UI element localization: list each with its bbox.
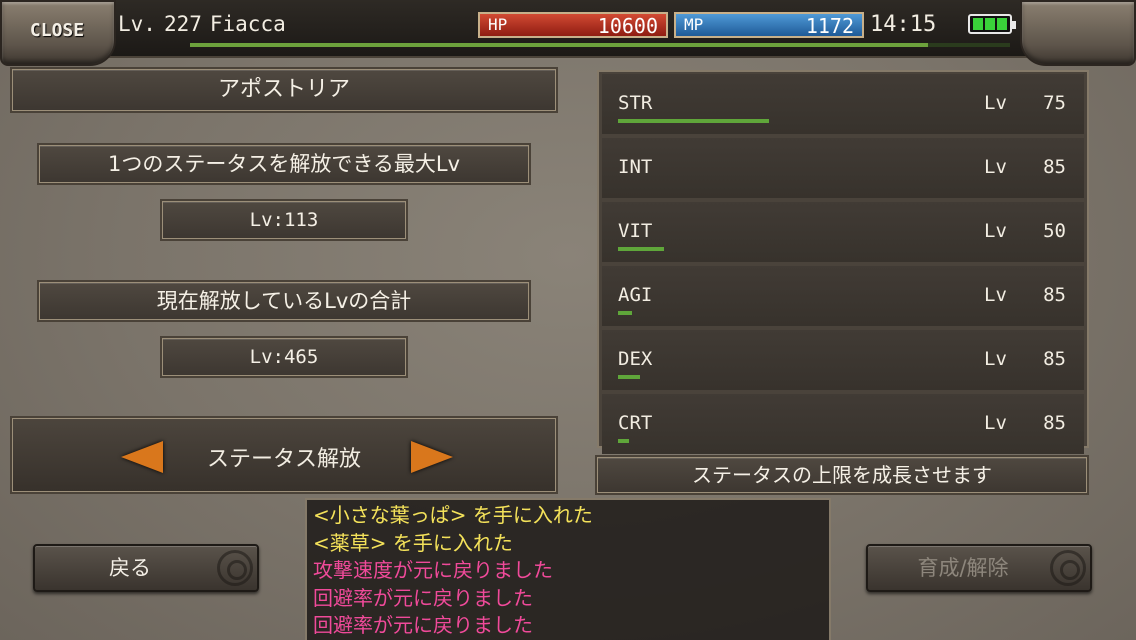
stat-progress-fill	[618, 119, 770, 123]
exp-bar-fill	[190, 43, 928, 47]
stat-row-agi[interactable]: AGI Lv 85	[602, 266, 1084, 326]
log-line: 攻撃速度が元に戻りました	[313, 558, 553, 582]
stat-level-value: 85	[1043, 412, 1066, 434]
stat-row-vit[interactable]: VIT Lv 50	[602, 202, 1084, 262]
back-button-label: 戻る	[109, 556, 151, 580]
stat-list: STR Lv 75 INT Lv 85 VIT Lv 50 AGI Lv 85 DEX Lv 85 CRT Lv…	[597, 70, 1089, 454]
mode-selector-label: ステータス解放	[206, 447, 361, 472]
log-line: <小さな葉っぱ> を手に入れた	[313, 503, 593, 527]
max-level-value: Lv:113	[162, 201, 406, 239]
swirl-ornament-icon	[1050, 550, 1086, 586]
player-name: Fiacca	[209, 12, 286, 36]
close-button[interactable]: CLOSE	[10, 20, 104, 41]
stat-lv-label: Lv	[984, 156, 1007, 178]
character-title: アポストリア	[12, 69, 556, 111]
stat-progress-bar	[618, 119, 888, 123]
battery-cell	[997, 18, 1007, 30]
level-label: Lv.	[118, 12, 156, 36]
total-level-heading: 現在解放しているLvの合計	[39, 282, 529, 320]
player-level: 227	[163, 12, 202, 36]
train-release-button[interactable]: 育成/解除	[866, 544, 1092, 592]
log-line: 回避率が元に戻りました	[313, 585, 533, 610]
stat-progress-bar	[618, 375, 888, 379]
stat-name: STR	[618, 92, 653, 114]
stat-progress-bar	[618, 439, 888, 443]
stat-progress-bar	[618, 247, 888, 251]
stat-progress-fill	[618, 375, 640, 379]
battery-cell	[985, 18, 995, 30]
battery-cell	[973, 18, 983, 30]
mode-selector: ステータス解放	[12, 418, 556, 492]
stat-level-value: 75	[1043, 92, 1066, 114]
stat-lv-label: Lv	[984, 348, 1007, 370]
total-level-value: Lv:465	[162, 338, 406, 376]
stat-progress-bar	[618, 183, 888, 187]
stat-level-value: 50	[1043, 220, 1066, 242]
back-button[interactable]: 戻る	[33, 544, 259, 592]
stat-description: ステータスの上限を成長させます	[597, 457, 1087, 493]
player-info: Lv. 227 Fiacca	[118, 12, 294, 36]
stat-lv-label: Lv	[984, 92, 1007, 114]
mp-gauge: MP 1172	[674, 12, 864, 38]
train-release-button-label: 育成/解除	[917, 556, 1009, 580]
status-header: CLOSE Lv. 227 Fiacca HP 10600 MP 1172 14:1…	[0, 0, 1136, 66]
hp-gauge: HP 10600	[478, 12, 668, 38]
stat-lv-label: Lv	[984, 412, 1007, 434]
log-line: <薬草> を手に入れた	[313, 530, 513, 555]
clock: 14:15	[870, 12, 937, 37]
stat-name: CRT	[618, 412, 653, 434]
stat-progress-fill	[618, 247, 664, 251]
stat-level-value: 85	[1043, 348, 1066, 370]
mp-value: 1172	[805, 14, 854, 38]
stat-name: AGI	[618, 284, 653, 306]
stat-lv-label: Lv	[984, 220, 1007, 242]
stat-name: DEX	[618, 348, 653, 370]
exp-bar	[190, 43, 1010, 47]
log-line: 回避率が元に戻りました	[313, 613, 533, 637]
max-level-heading: 1つのステータスを解放できる最大Lv	[39, 145, 529, 183]
battery-icon	[968, 14, 1016, 34]
stat-lv-label: Lv	[984, 284, 1007, 306]
message-log[interactable]: <小さな葉っぱ> を手に入れた <薬草> を手に入れた攻撃速度が元に戻りました 回避…	[305, 498, 831, 640]
stat-progress-bar	[618, 311, 888, 315]
stat-row-str[interactable]: STR Lv 75	[602, 74, 1084, 134]
hp-label: HP	[488, 15, 508, 34]
menu-corner-frame[interactable]	[1020, 0, 1136, 66]
stat-progress-fill	[618, 311, 632, 315]
mp-label: MP	[684, 15, 704, 34]
stat-level-value: 85	[1043, 156, 1066, 178]
stat-row-crt[interactable]: CRT Lv 85	[602, 394, 1084, 454]
stat-row-int[interactable]: INT Lv 85	[602, 138, 1084, 198]
swirl-ornament-icon	[217, 550, 253, 586]
stat-name: INT	[618, 156, 653, 178]
stat-progress-fill	[618, 439, 629, 443]
next-arrow-icon[interactable]	[411, 441, 453, 473]
stat-name: VIT	[618, 220, 653, 242]
hp-value: 10600	[597, 14, 658, 38]
stat-row-dex[interactable]: DEX Lv 85	[602, 330, 1084, 390]
stat-level-value: 85	[1043, 284, 1066, 306]
